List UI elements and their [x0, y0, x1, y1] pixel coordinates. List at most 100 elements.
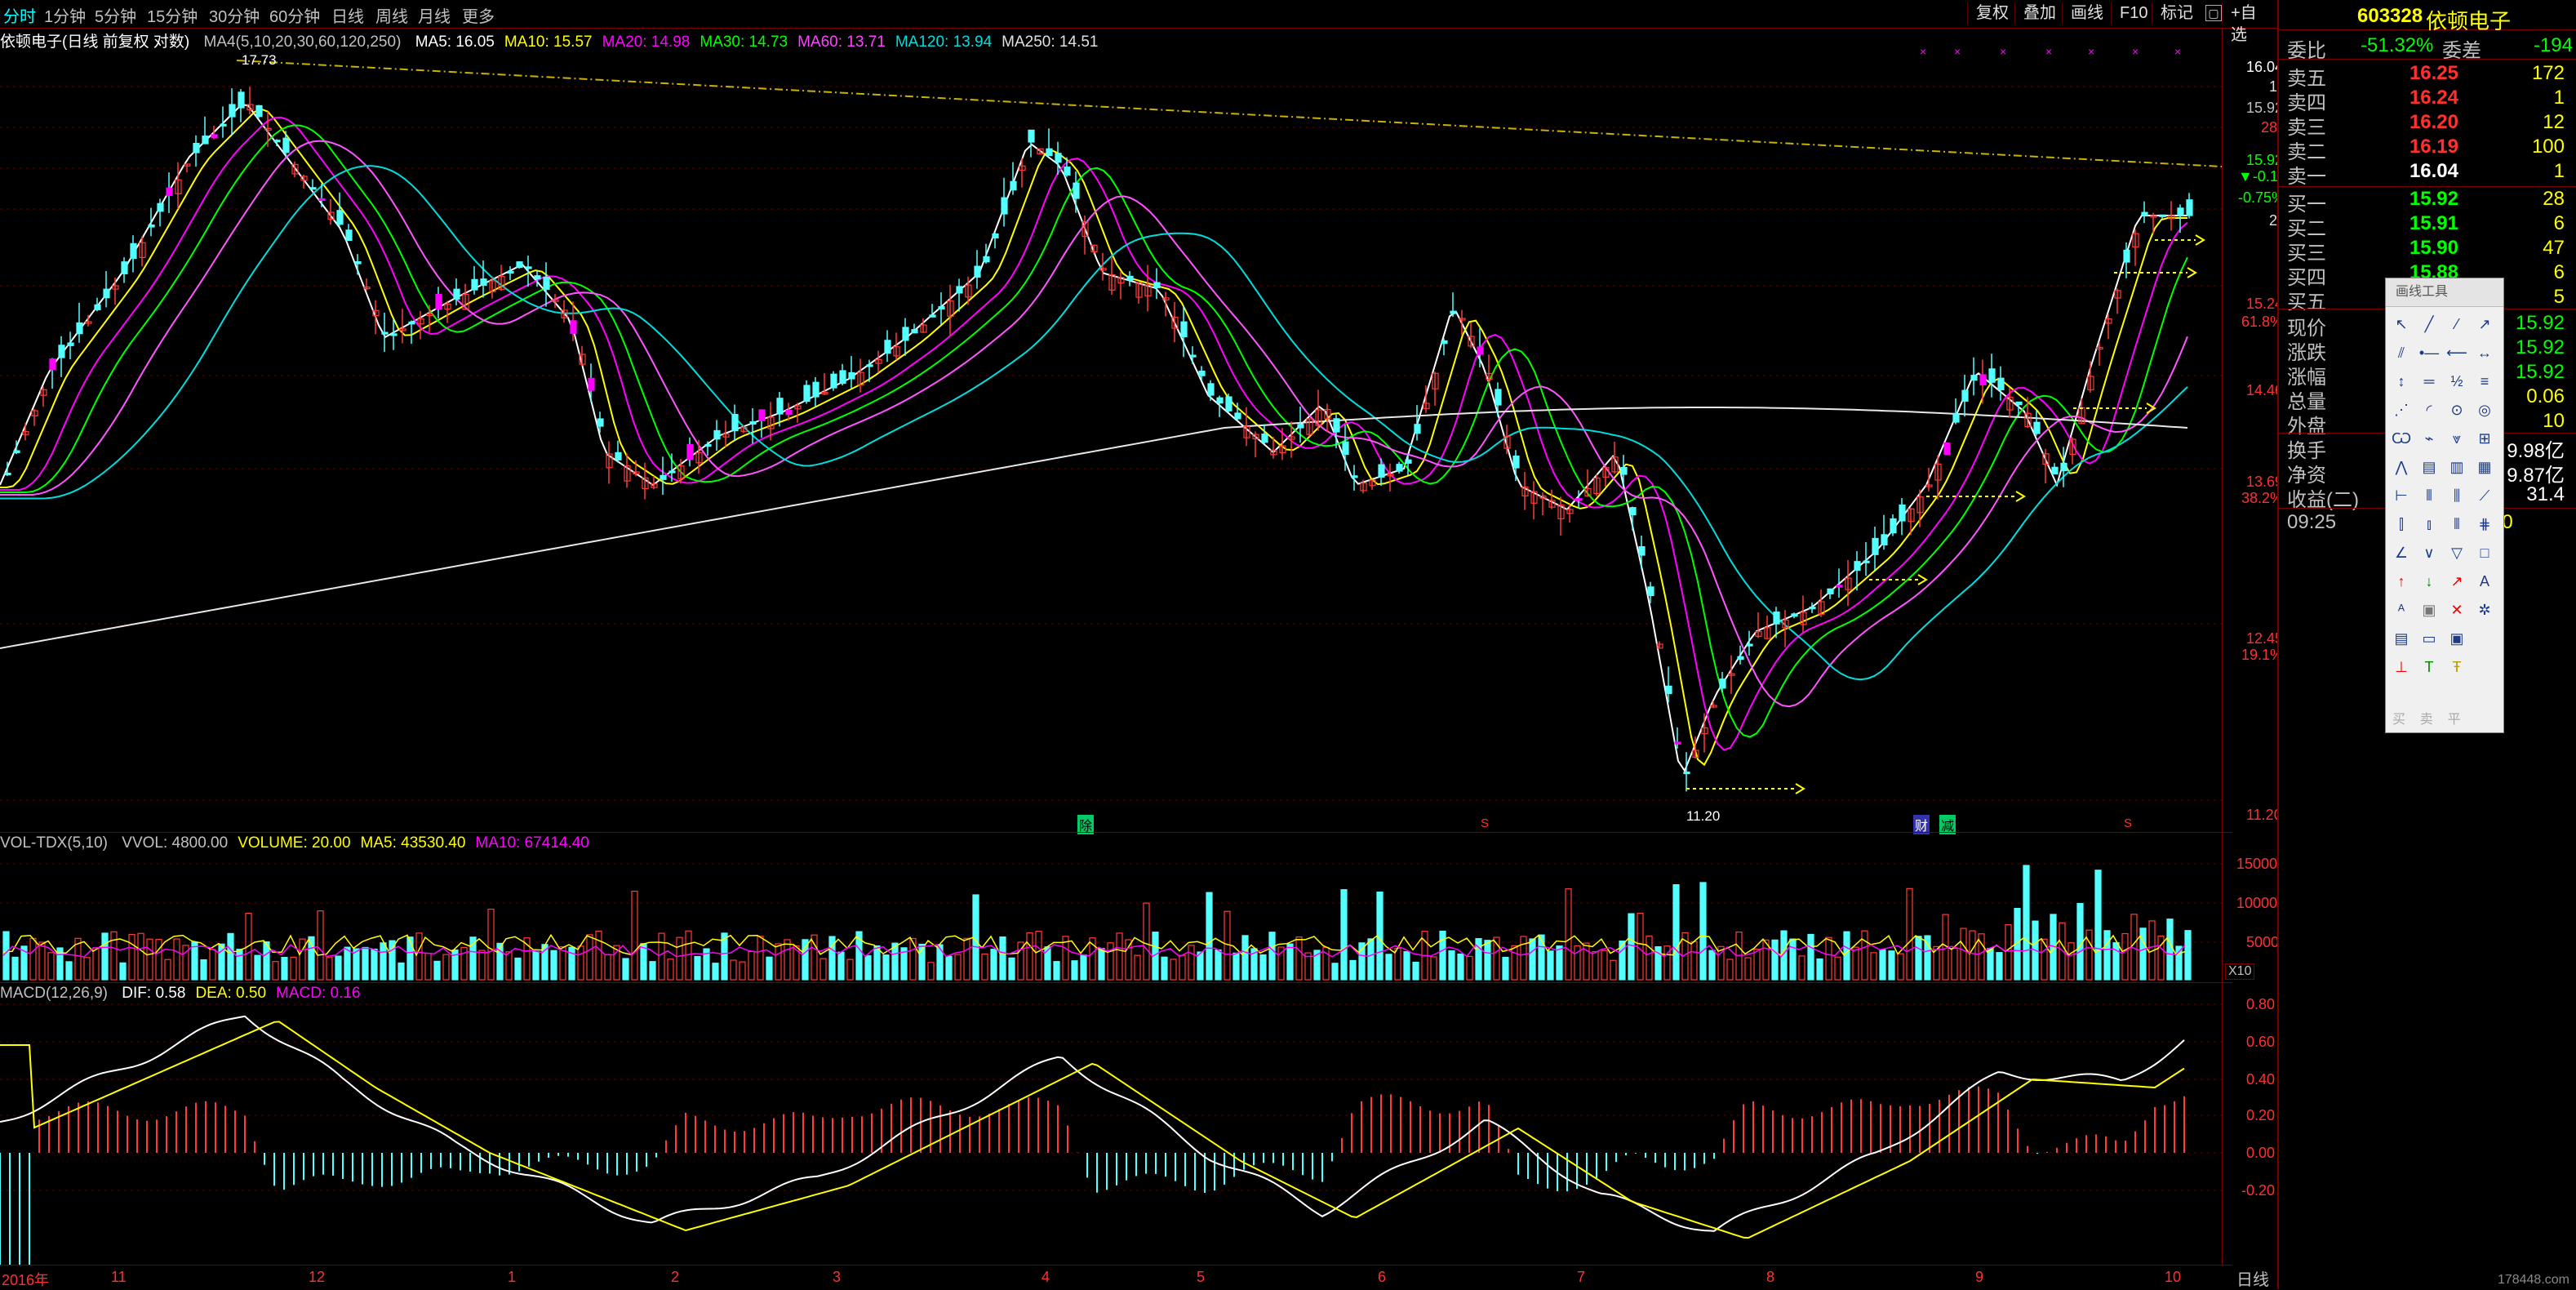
candle-body: [1899, 504, 1906, 522]
fib-arc-icon[interactable]: ▦: [2471, 453, 2498, 482]
check-icon[interactable]: ∨: [2415, 539, 2443, 567]
volume-bar: [981, 953, 988, 981]
tab-daily[interactable]: 日线: [331, 3, 364, 27]
box-icon[interactable]: ▣: [2443, 625, 2471, 653]
f10-button[interactable]: F10: [2111, 2, 2156, 24]
speed-lines-icon[interactable]: ⫾: [2415, 510, 2443, 539]
linear-regression-icon[interactable]: ⟋: [2471, 482, 2498, 510]
angle-icon[interactable]: ∠: [2387, 539, 2415, 567]
drawing-tools-panel[interactable]: 画线工具 ↖ ╱ ⁄ ↗ ⫽ •— ⟵ ↔ ↕ ═ ½ ≡ ⋰ ◜ ⊙ ◎ Ѡ …: [2385, 278, 2504, 733]
tab-30min[interactable]: 30分钟: [209, 3, 260, 27]
wave-count-icon[interactable]: ½: [2443, 367, 2471, 396]
volume-bar: [353, 948, 360, 981]
line-icon[interactable]: ⁄: [2443, 310, 2471, 339]
line-segment-icon[interactable]: ╱: [2415, 310, 2443, 339]
settings-icon[interactable]: ✲: [2471, 596, 2498, 625]
signal-marker: ×: [2088, 45, 2094, 58]
event-marker-s[interactable]: S: [1481, 816, 1489, 830]
tab-intraday[interactable]: 分时: [3, 3, 36, 27]
volume-pane[interactable]: VOL-TDX(5,10) VVOL: 4800.00 VOLUME: 20.00…: [0, 832, 2279, 983]
ray-icon[interactable]: ↗: [2471, 310, 2498, 339]
gann-fan-icon[interactable]: ⩔: [2443, 425, 2471, 453]
volume-bar: [999, 936, 1006, 981]
memo-icon[interactable]: ▭: [2415, 625, 2443, 653]
candle-body: [2123, 249, 2130, 263]
volume-bar: [954, 954, 962, 981]
tab-monthly[interactable]: 月线: [418, 3, 451, 27]
mark-button[interactable]: 标记: [2152, 2, 2201, 24]
overlay-button[interactable]: 叠加: [2014, 2, 2064, 24]
volume-bar: [1529, 938, 1536, 981]
fan-icon[interactable]: ⋰: [2387, 396, 2415, 425]
tab-15min[interactable]: 15分钟: [147, 3, 198, 27]
flat-mark-icon[interactable]: Ŧ: [2443, 653, 2471, 682]
percent-line-icon[interactable]: ≡: [2471, 367, 2498, 396]
horizontal-line-icon[interactable]: ⟵: [2443, 339, 2471, 367]
tab-5min[interactable]: 5分钟: [95, 3, 136, 27]
fib-icon[interactable]: ▤: [2415, 453, 2443, 482]
delete-icon[interactable]: ✕: [2443, 596, 2471, 625]
volume-bar: [2121, 932, 2129, 981]
quote-row: 买一 15.92 28: [2287, 188, 2573, 216]
candle-body: [1001, 197, 1008, 215]
note-icon[interactable]: ▤: [2387, 625, 2415, 653]
buy-label[interactable]: 买: [2392, 713, 2405, 727]
cycle-lines-icon[interactable]: ⋕: [2471, 510, 2498, 539]
down-arrow-icon[interactable]: ↓: [2415, 567, 2443, 596]
event-marker-s[interactable]: S: [2124, 816, 2132, 830]
flat-label[interactable]: 平: [2448, 713, 2461, 727]
time-zone-icon[interactable]: ⊢: [2387, 482, 2415, 510]
period-button[interactable]: 日线: [2236, 1266, 2274, 1289]
tab-weekly[interactable]: 周线: [375, 3, 408, 27]
triangle-icon[interactable]: ⋀: [2387, 453, 2415, 482]
axis-divider: [2222, 833, 2223, 983]
circle-icon[interactable]: ⊙: [2443, 396, 2471, 425]
buy-mark-icon[interactable]: ⊥: [2387, 653, 2415, 682]
candle-body: [255, 105, 263, 118]
horizontal-segment-icon[interactable]: ↔: [2471, 339, 2498, 367]
tab-60min[interactable]: 60分钟: [269, 3, 320, 27]
volume-bar: [1610, 959, 1617, 981]
volume-bar: [1412, 961, 1419, 981]
add-favorite-button[interactable]: +自选: [2222, 2, 2277, 44]
gann-icon[interactable]: ⌁: [2415, 425, 2443, 453]
price-channel-icon[interactable]: ═: [2415, 367, 2443, 396]
ellipse-icon[interactable]: ◎: [2471, 396, 2498, 425]
restore-window-icon[interactable]: ▢: [2205, 5, 2222, 21]
tab-1min[interactable]: 1分钟: [44, 3, 86, 27]
candle-body: [193, 143, 200, 153]
candle-body: [812, 381, 819, 398]
sell-mark-icon[interactable]: T: [2415, 653, 2443, 682]
horizontal-ray-icon[interactable]: •—: [2415, 339, 2443, 367]
candle-body: [1351, 475, 1358, 478]
text-label-icon[interactable]: ᴬ: [2387, 596, 2415, 625]
gann-box-icon[interactable]: ⊞: [2471, 425, 2498, 453]
quote-row: 买三 15.90 47: [2287, 237, 2573, 265]
arrow-head: [1917, 574, 1928, 585]
up-arrow-icon[interactable]: ↑: [2387, 567, 2415, 596]
diagonal-arrow-icon[interactable]: ↗: [2443, 567, 2471, 596]
regression-band-icon[interactable]: ⫿: [2387, 510, 2415, 539]
draw-line-button[interactable]: 画线: [2062, 2, 2112, 24]
cursor-icon[interactable]: ↖: [2387, 310, 2415, 339]
sell-label[interactable]: 卖: [2420, 713, 2433, 727]
fib-fan-icon[interactable]: ▥: [2443, 453, 2471, 482]
vertical-line-icon[interactable]: ↕: [2387, 367, 2415, 396]
cycle-icon[interactable]: ⫴: [2415, 482, 2443, 510]
tab-more[interactable]: 更多: [462, 3, 495, 27]
andrews-icon[interactable]: ⦀: [2443, 510, 2471, 539]
quote-row-price: 16.20: [2409, 111, 2458, 133]
text-icon[interactable]: A: [2471, 567, 2498, 596]
price-chart-pane[interactable]: 依顿电子(日线 前复权 对数) MA4(5,10,20,30,60,120,25…: [0, 28, 2286, 834]
fib-time-icon[interactable]: ⫼: [2443, 482, 2471, 510]
rectangle-icon[interactable]: □: [2471, 539, 2498, 567]
volume-bar: [846, 959, 854, 981]
parallel-line-icon[interactable]: ⫽: [2387, 339, 2415, 367]
macd-pane[interactable]: MACD(12,26,9) DIF: 0.58 DEA: 0.50 MACD: 0.…: [0, 982, 2275, 1266]
erase-icon[interactable]: ▣: [2415, 596, 2443, 625]
restore-rights-button[interactable]: 复权: [1967, 2, 2017, 24]
wave-icon[interactable]: Ѡ: [2387, 425, 2415, 453]
down-triangle-icon[interactable]: ▽: [2443, 539, 2471, 567]
volume-bar: [1053, 961, 1060, 981]
arc-icon[interactable]: ◜: [2415, 396, 2443, 425]
